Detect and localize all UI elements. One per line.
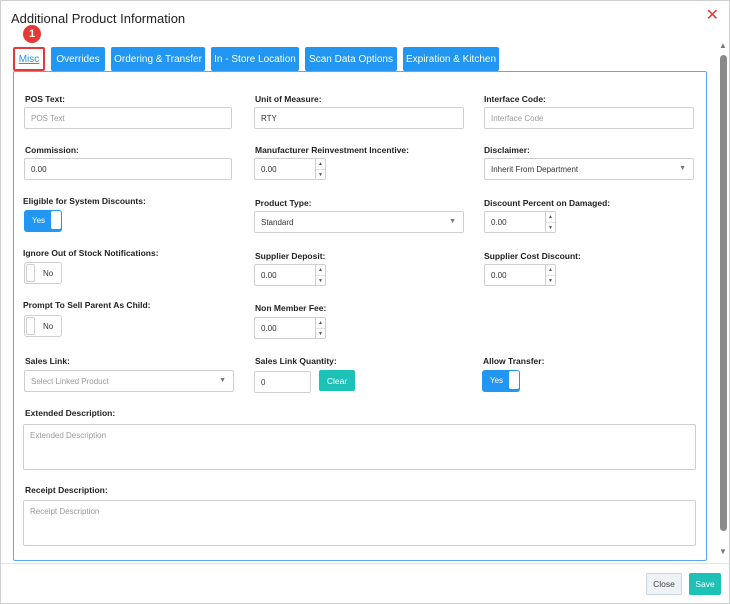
receipt-description-label: Receipt Description: [25, 485, 108, 495]
product-type-value: Standard [261, 217, 294, 227]
commission-input[interactable]: 0.00 [24, 158, 232, 180]
chevron-down-icon: ▼ [679, 165, 686, 172]
interface-code-input[interactable]: Interface Code [484, 107, 694, 129]
scroll-up-icon[interactable]: ▲ [719, 41, 727, 50]
allow-transfer-toggle-text: Yes [490, 376, 504, 385]
prompt-sell-parent-label: Prompt To Sell Parent As Child: [23, 300, 151, 310]
supplier-deposit-value: 0.00 [261, 270, 277, 280]
supplier-deposit-label: Supplier Deposit: [255, 251, 326, 261]
receipt-description-textarea[interactable]: Receipt Description [23, 500, 696, 546]
close-button[interactable]: Close [646, 573, 682, 595]
chevron-up-icon[interactable]: ▲ [316, 318, 325, 328]
stepper-arrows: ▲ ▼ [315, 265, 325, 285]
toggle-knob [51, 211, 61, 229]
ignore-out-of-stock-toggle[interactable]: No [24, 262, 62, 284]
save-button[interactable]: Save [689, 573, 721, 595]
sales-link-placeholder: Select Linked Product [31, 376, 109, 386]
disclaimer-value: Inherit From Department [491, 164, 579, 174]
stepper-arrows: ▲ ▼ [315, 159, 325, 179]
sales-link-select[interactable]: Select Linked Product ▼ [24, 370, 234, 392]
sales-link-quantity-input[interactable]: 0 [254, 371, 311, 393]
chevron-up-icon[interactable]: ▲ [316, 159, 325, 169]
close-icon[interactable]: ✕ [706, 7, 719, 25]
scroll-down-icon[interactable]: ▼ [719, 547, 727, 556]
prompt-sell-parent-toggle-text: No [43, 322, 54, 331]
extended-description-textarea[interactable]: Extended Description [23, 424, 696, 470]
manufacturer-reinvestment-label: Manufacturer Reinvestment Incentive: [255, 145, 409, 155]
stepper-arrows: ▲ ▼ [315, 318, 325, 338]
clear-button[interactable]: Clear [319, 370, 355, 391]
manufacturer-reinvestment-stepper[interactable]: 0.00 ▲ ▼ [254, 158, 326, 180]
dialog-title: Additional Product Information [11, 11, 186, 26]
misc-panel: POS Text: POS Text Unit of Measure: RTY … [13, 71, 707, 561]
toggle-knob [26, 317, 35, 335]
ignore-out-of-stock-toggle-text: No [43, 269, 54, 278]
tab-scan-data-options[interactable]: Scan Data Options [305, 47, 397, 71]
interface-code-label: Interface Code: [484, 94, 546, 104]
commission-label: Commission: [25, 145, 79, 155]
ignore-out-of-stock-label: Ignore Out of Stock Notifications: [23, 248, 159, 258]
toggle-knob [509, 371, 519, 389]
supplier-cost-discount-label: Supplier Cost Discount: [484, 251, 581, 261]
eligible-discounts-toggle-text: Yes [32, 216, 46, 225]
discount-damaged-value: 0.00 [491, 217, 507, 227]
toggle-knob [26, 264, 35, 282]
eligible-discounts-toggle[interactable]: Yes [24, 210, 62, 232]
chevron-up-icon[interactable]: ▲ [546, 212, 555, 222]
product-info-dialog: Additional Product Information ✕ Misc Ov… [0, 0, 730, 604]
chevron-up-icon[interactable]: ▲ [316, 265, 325, 275]
allow-transfer-toggle[interactable]: Yes [482, 370, 520, 392]
tab-expiration-kitchen[interactable]: Expiration & Kitchen [403, 47, 499, 71]
product-type-select[interactable]: Standard ▼ [254, 211, 464, 233]
tab-misc[interactable]: Misc [13, 47, 45, 71]
disclaimer-select[interactable]: Inherit From Department ▼ [484, 158, 694, 180]
discount-damaged-stepper[interactable]: 0.00 ▲ ▼ [484, 211, 556, 233]
non-member-fee-value: 0.00 [261, 323, 277, 333]
chevron-down-icon[interactable]: ▼ [316, 328, 325, 338]
product-type-label: Product Type: [255, 198, 312, 208]
allow-transfer-label: Allow Transfer: [483, 356, 545, 366]
chevron-down-icon[interactable]: ▼ [316, 275, 325, 285]
disclaimer-label: Disclaimer: [484, 145, 530, 155]
stepper-arrows: ▲ ▼ [545, 265, 555, 285]
sales-link-quantity-label: Sales Link Quantity: [255, 356, 337, 366]
scrollbar[interactable]: ▲ ▼ [717, 41, 729, 559]
unit-of-measure-label: Unit of Measure: [255, 94, 322, 104]
prompt-sell-parent-toggle[interactable]: No [24, 315, 62, 337]
tab-overrides[interactable]: Overrides [51, 47, 105, 71]
manufacturer-reinvestment-value: 0.00 [261, 164, 277, 174]
pos-text-input[interactable]: POS Text [24, 107, 232, 129]
tab-in-store-location[interactable]: In - Store Location [211, 47, 299, 71]
tab-ordering-transfer[interactable]: Ordering & Transfer [111, 47, 205, 71]
footer-divider [1, 563, 729, 564]
pos-text-label: POS Text: [25, 94, 65, 104]
supplier-cost-discount-stepper[interactable]: 0.00 ▲ ▼ [484, 264, 556, 286]
chevron-down-icon: ▼ [449, 218, 456, 225]
sales-link-label: Sales Link: [25, 356, 70, 366]
chevron-down-icon[interactable]: ▼ [316, 169, 325, 179]
unit-of-measure-input[interactable]: RTY [254, 107, 464, 129]
chevron-up-icon[interactable]: ▲ [546, 265, 555, 275]
eligible-discounts-label: Eligible for System Discounts: [23, 196, 146, 206]
chevron-down-icon[interactable]: ▼ [546, 275, 555, 285]
scrollbar-thumb[interactable] [720, 55, 727, 531]
non-member-fee-label: Non Member Fee: [255, 303, 327, 313]
non-member-fee-stepper[interactable]: 0.00 ▲ ▼ [254, 317, 326, 339]
supplier-cost-discount-value: 0.00 [491, 270, 507, 280]
discount-damaged-label: Discount Percent on Damaged: [484, 198, 611, 208]
supplier-deposit-stepper[interactable]: 0.00 ▲ ▼ [254, 264, 326, 286]
step-badge: 1 [23, 25, 41, 43]
chevron-down-icon: ▼ [219, 377, 226, 384]
stepper-arrows: ▲ ▼ [545, 212, 555, 232]
chevron-down-icon[interactable]: ▼ [546, 222, 555, 232]
extended-description-label: Extended Description: [25, 408, 116, 418]
